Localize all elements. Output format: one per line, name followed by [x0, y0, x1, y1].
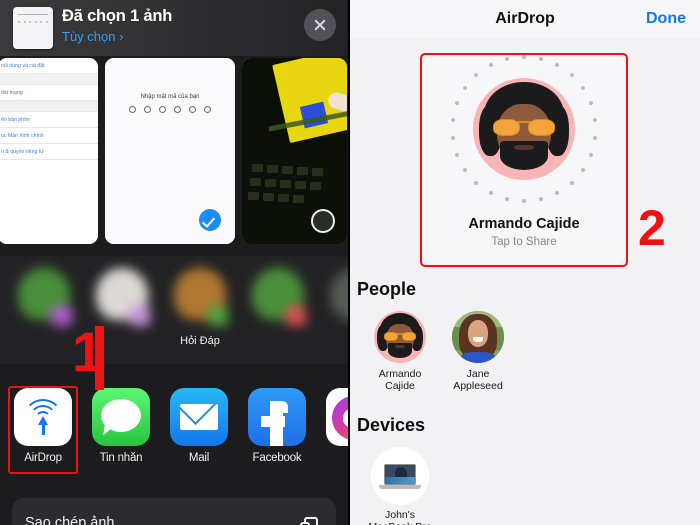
- person-item-armando[interactable]: Armando Cajide: [364, 311, 436, 392]
- devices-section-title: Devices: [357, 415, 426, 435]
- person-name-line1: Jane: [466, 368, 490, 380]
- airdrop-navbar: AirDrop Done: [350, 0, 700, 38]
- preview-row-text: ển bàn phím: [0, 112, 98, 128]
- device-label: John's MacBook Pro: [361, 509, 439, 525]
- airdrop-sheet: AirDrop Done Armando Cajide Tap to Share…: [350, 0, 700, 525]
- annotation-number-2: 2: [638, 200, 666, 256]
- avatar: [374, 311, 426, 363]
- copy-photo-label: Sao chép ảnh: [25, 515, 115, 525]
- suggestion-avatar[interactable]: [166, 268, 234, 340]
- mail-icon: [170, 388, 228, 446]
- passcode-prompt: Nhập mật mã của bạn: [140, 94, 200, 100]
- suggestion-avatar[interactable]: [244, 268, 312, 340]
- macbook-icon: [371, 447, 429, 505]
- airdrop-icon: [14, 388, 72, 446]
- preview-row-text: ri & quyền riêng tư: [0, 144, 98, 160]
- app-share-row: AirDrop Tin nhắn Mail Facebook: [0, 376, 348, 488]
- share-sheet-header: Đã chọn 1 ảnh Tùy chọn ›: [0, 0, 348, 56]
- preview-row-text: nội dung và cài đặt: [0, 58, 98, 74]
- device-item-macbook[interactable]: John's MacBook Pro: [361, 447, 439, 525]
- messenger-icon: [326, 388, 348, 446]
- share-app-messenger[interactable]: Me: [324, 388, 348, 464]
- preview-card-passcode[interactable]: Nhập mật mã của bạn: [105, 58, 235, 244]
- selected-photo-thumbnail: [13, 7, 53, 49]
- share-app-mail[interactable]: Mail: [168, 388, 230, 464]
- share-app-label: Me: [324, 452, 348, 464]
- photo-preview-row: nội dung và cài đặt đặt mạng ển bàn phím…: [0, 58, 348, 244]
- person-label: Jane Appleseed: [442, 368, 514, 392]
- suggestions-label: Hỏi Đáp: [180, 335, 220, 347]
- airdrop-main-target[interactable]: Armando Cajide Tap to Share: [423, 55, 625, 264]
- done-button[interactable]: Done: [646, 10, 686, 28]
- share-app-airdrop[interactable]: AirDrop: [12, 388, 74, 464]
- person-label: Armando Cajide: [364, 368, 436, 392]
- share-app-label: Tin nhắn: [99, 452, 143, 464]
- selection-check-icon[interactable]: [197, 207, 223, 233]
- preview-row-text: đặt mạng: [0, 85, 98, 101]
- messages-icon: [92, 388, 150, 446]
- target-name: Armando Cajide: [468, 216, 580, 232]
- copy-icon: [300, 515, 322, 525]
- share-app-label: Mail: [188, 452, 210, 464]
- share-app-messages[interactable]: Tin nhắn: [90, 388, 152, 464]
- ios-share-sheet: Đã chọn 1 ảnh Tùy chọn › nội dung và cài…: [0, 0, 348, 525]
- selection-circle[interactable]: [311, 209, 335, 233]
- avatar: [473, 78, 575, 180]
- suggestion-avatar[interactable]: [10, 268, 78, 340]
- selection-circle[interactable]: [62, 209, 86, 233]
- person-name-line1: Armando: [378, 368, 422, 380]
- share-options-link[interactable]: Tùy chọn ›: [62, 29, 123, 44]
- person-name-line2: Appleseed: [453, 380, 503, 392]
- preview-card-settings[interactable]: nội dung và cài đặt đặt mạng ển bàn phím…: [0, 58, 98, 244]
- action-list[interactable]: Sao chép ảnh: [12, 498, 336, 525]
- person-item-jane[interactable]: Jane Appleseed: [442, 311, 514, 392]
- target-subtitle: Tap to Share: [491, 236, 557, 248]
- avatar: [452, 311, 504, 363]
- preview-row-text: ục Màn hình chính: [0, 128, 98, 144]
- share-app-label: Facebook: [252, 452, 302, 464]
- suggestions-row: Hỏi Đáp: [0, 256, 348, 364]
- suggestion-avatar[interactable]: [322, 268, 348, 340]
- share-app-facebook[interactable]: Facebook: [246, 388, 308, 464]
- preview-card-laptop-photo[interactable]: [242, 58, 347, 244]
- device-name-line1: John's: [384, 509, 416, 521]
- annotation-number-1: 1: [72, 320, 104, 383]
- facebook-icon: [248, 388, 306, 446]
- people-section-title: People: [357, 279, 417, 299]
- person-name-line2: Cajide: [385, 380, 415, 392]
- share-sheet-title: Đã chọn 1 ảnh: [62, 7, 173, 25]
- passcode-dots: [105, 106, 235, 113]
- device-name-line2: MacBook Pro: [368, 521, 431, 525]
- close-icon[interactable]: [304, 9, 336, 41]
- share-app-label: AirDrop: [24, 452, 62, 464]
